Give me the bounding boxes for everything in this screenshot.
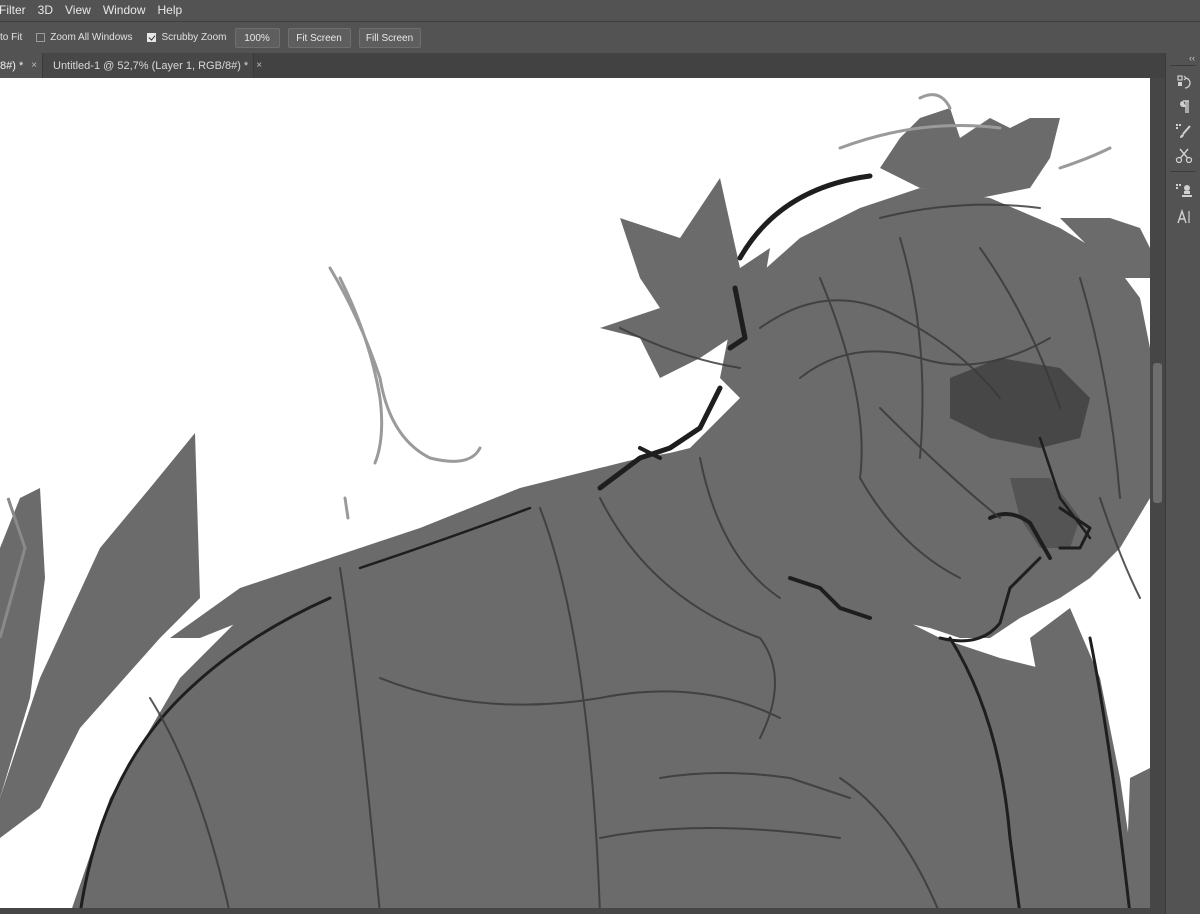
scrubby-zoom-label: Scrubby Zoom [161,32,227,43]
menu-help[interactable]: Help [153,0,190,21]
horizontal-scrollbar[interactable] [0,908,1150,914]
panel-divider [1170,65,1196,66]
scrollbar-thumb[interactable] [1153,363,1162,503]
document-tab-active[interactable]: 8#) * × [0,53,42,78]
zoom-all-windows-label: Zoom All Windows [50,32,133,43]
tab-close-icon[interactable]: × [256,54,262,78]
tab-label: 8#) * [0,59,24,72]
tab-label: Untitled-1 @ 52,7% (Layer 1, RGB/8#) * [53,59,249,72]
resize-windows-to-fit-label[interactable]: to Fit [0,32,22,43]
brush-presets-icon[interactable] [1174,121,1194,141]
menu-filter[interactable]: Filter [0,0,33,21]
document-tab-bar: 8#) * × Untitled-1 @ 52,7% (Layer 1, RGB… [0,53,1165,78]
scrubby-zoom-checkbox[interactable]: Scrubby Zoom [147,32,227,43]
paragraph-icon[interactable] [1174,97,1194,117]
collapse-panels-icon[interactable]: ‹‹ [1189,53,1195,63]
history-icon[interactable] [1174,73,1194,93]
scrubby-zoom-box[interactable] [147,33,157,42]
zoom-all-windows-box[interactable] [36,33,46,42]
fill-screen-button[interactable]: Fill Screen [358,27,421,48]
document-tab-untitled-1[interactable]: Untitled-1 @ 52,7% (Layer 1, RGB/8#) * × [42,53,262,78]
panel-divider [1170,171,1196,172]
vertical-scrollbar[interactable] [1150,78,1165,914]
menu-3d[interactable]: 3D [33,0,60,21]
zoom-100-button[interactable]: 100% [234,27,280,48]
menu-bar: Filter 3D View Window Help [0,0,1200,21]
menu-window[interactable]: Window [98,0,153,21]
fit-screen-button[interactable]: Fit Screen [287,27,351,48]
character-icon[interactable] [1174,207,1194,227]
tab-close-icon[interactable]: × [31,54,37,78]
panel-dock: ‹‹ [1165,53,1200,914]
canvas-area[interactable] [0,78,1165,914]
zoom-all-windows-checkbox[interactable]: Zoom All Windows [36,32,132,43]
clone-source-icon[interactable] [1174,181,1194,201]
menu-view[interactable]: View [60,0,98,21]
options-bar: to Fit Zoom All Windows Scrubby Zoom 100… [0,21,1200,54]
tool-presets-icon[interactable] [1174,145,1194,165]
artwork-canvas[interactable] [0,78,1150,914]
